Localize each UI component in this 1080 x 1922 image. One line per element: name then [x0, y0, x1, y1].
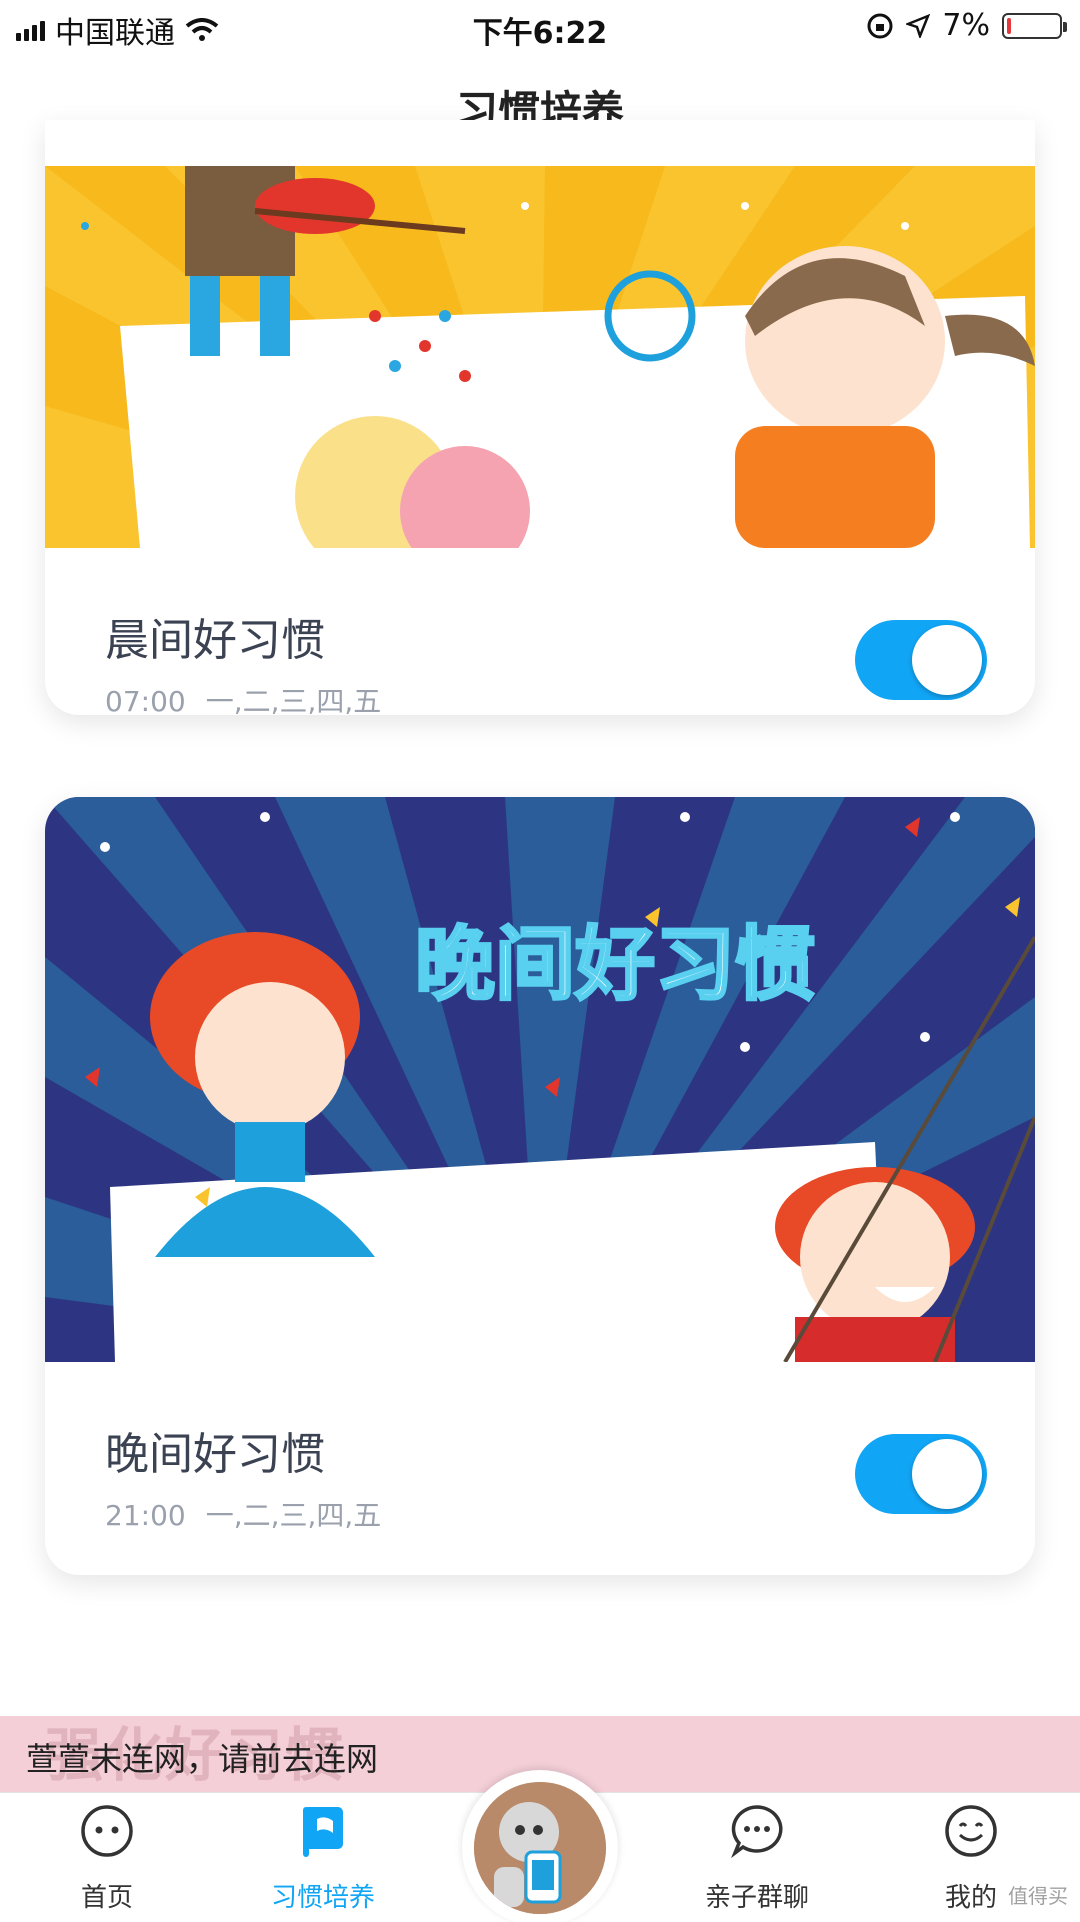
robot-avatar-icon — [474, 1782, 606, 1914]
status-bar: 中国联通 下午6:22 7% — [0, 0, 1080, 56]
battery-icon — [1002, 12, 1067, 39]
habit-days: 一,二,三,四,五 — [205, 1499, 382, 1532]
tab-label: 习惯培养 — [270, 1883, 375, 1913]
flag-icon — [303, 1807, 343, 1857]
habit-card-morning[interactable]: 晨间好习惯 07:00 一,二,三,四,五 — [45, 120, 1035, 715]
habit-toggle-evening[interactable] — [855, 1434, 987, 1514]
habit-time: 07:00 — [105, 685, 186, 715]
habit-card-info: 晨间好习惯 07:00 一,二,三,四,五 — [45, 548, 1035, 715]
tab-label: 亲子群聊 — [704, 1883, 809, 1913]
location-icon — [906, 13, 931, 38]
habit-toggle-morning[interactable] — [855, 620, 987, 700]
toggle-knob — [912, 625, 982, 695]
habit-schedule: 07:00 一,二,三,四,五 — [105, 680, 401, 715]
tab-habit[interactable]: 习惯培养 — [243, 1803, 403, 1914]
habit-schedule: 21:00 一,二,三,四,五 — [105, 1494, 401, 1534]
habit-card-info: 晚间好习惯 21:00 一,二,三,四,五 — [45, 1362, 1035, 1575]
tab-family-chat[interactable]: 亲子群聊 — [677, 1803, 837, 1914]
smiley-icon — [945, 1805, 997, 1857]
offline-message: 萱萱未连网，请前去连网 — [26, 1740, 379, 1778]
toggle-knob — [912, 1439, 982, 1509]
tab-home[interactable]: 首页 — [27, 1803, 187, 1914]
watermark: 值得买 — [1008, 1884, 1068, 1908]
evening-banner-illustration: 晚间好习惯 — [45, 797, 1035, 1362]
chat-face-icon — [81, 1805, 133, 1857]
habit-title: 晨间好习惯 — [105, 615, 325, 666]
orientation-lock-icon — [867, 13, 893, 38]
chat-bubble-icon — [731, 1805, 783, 1859]
center-robot-button[interactable] — [462, 1770, 618, 1922]
morning-banner-illustration — [45, 166, 1035, 548]
banner-title: 晚间好习惯 — [415, 918, 815, 1011]
habit-days: 一,二,三,四,五 — [205, 685, 382, 715]
status-right: 7% — [866, 8, 1067, 43]
habit-time: 21:00 — [105, 1499, 186, 1532]
habit-card-evening[interactable]: 晚间好习惯 晚间好习惯 21:00 一,二,三,四,五 — [45, 797, 1035, 1575]
habit-title: 晚间好习惯 — [105, 1429, 325, 1480]
battery-percent: 7% — [942, 8, 990, 43]
battery-level — [1007, 17, 1011, 34]
tab-label: 首页 — [80, 1883, 133, 1913]
